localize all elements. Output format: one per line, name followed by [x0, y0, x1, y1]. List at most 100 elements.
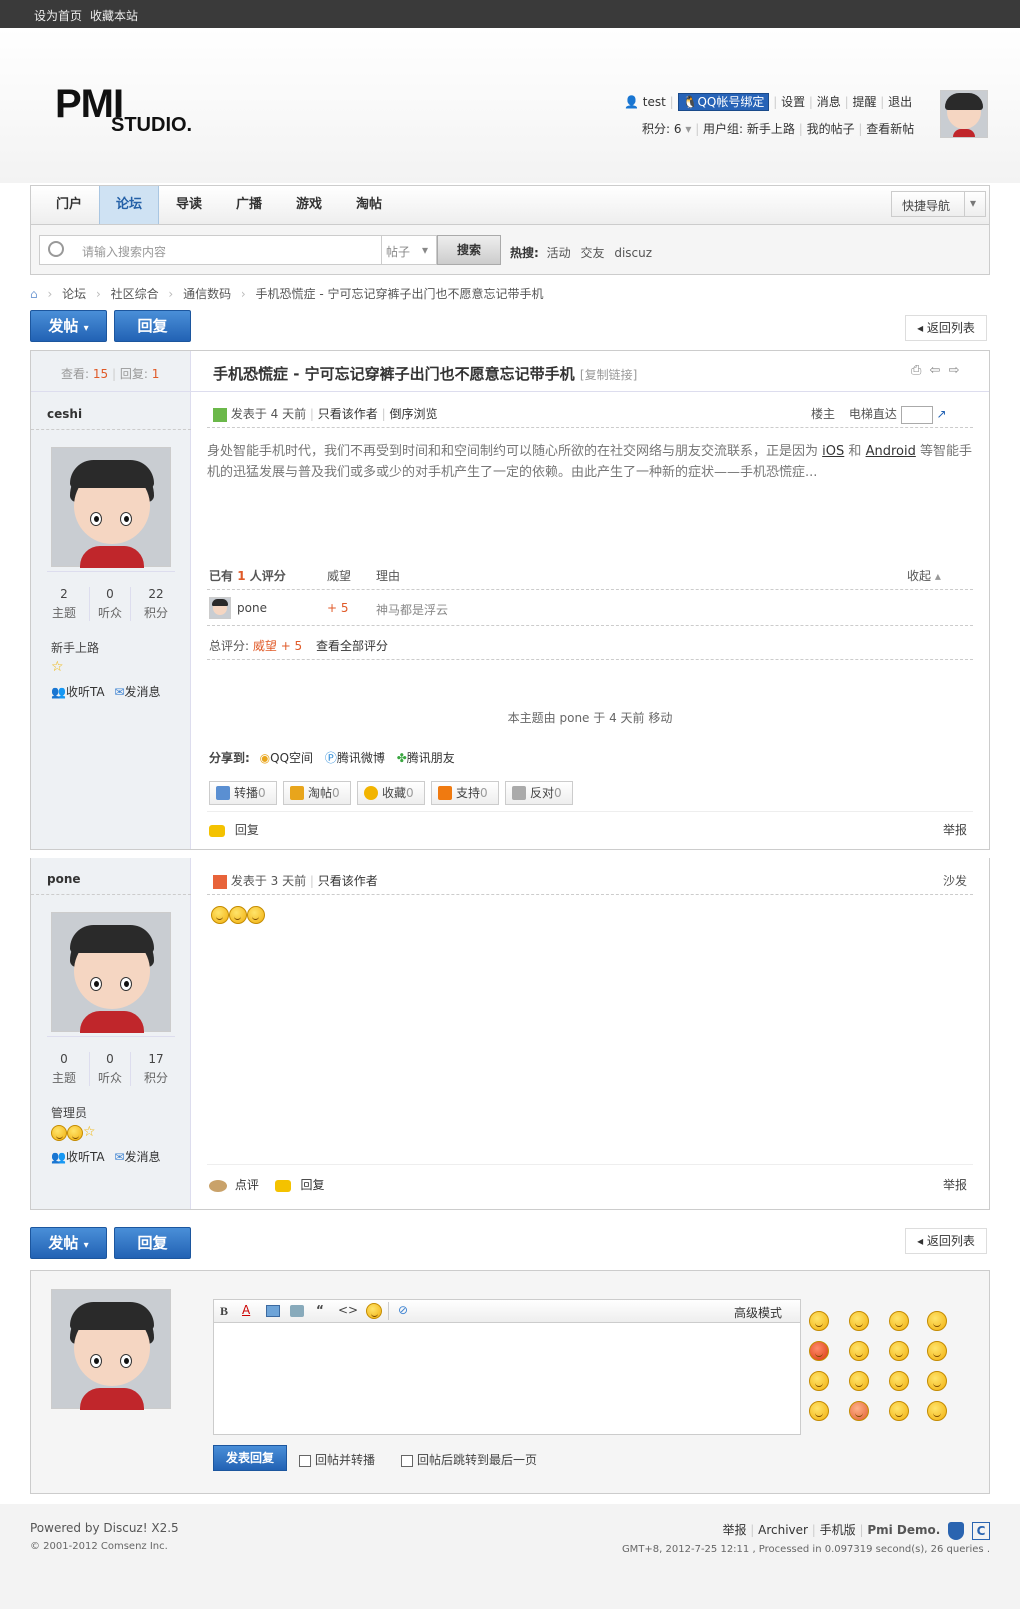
search-type-select[interactable]: 帖子 ▾	[382, 235, 437, 265]
reverse-order-link[interactable]: 倒序浏览	[389, 407, 437, 421]
cry-emoji[interactable]	[927, 1311, 947, 1331]
breadcrumb-thread[interactable]: 手机恐慌症 - 宁可忘记穿裤子出门也不愿意忘记带手机	[256, 287, 544, 301]
breadcrumb-category[interactable]: 社区综合	[111, 287, 159, 301]
hot-keyword-link[interactable]: 活动	[547, 246, 571, 260]
stat-points[interactable]: 22 积分	[135, 587, 177, 621]
author-avatar[interactable]	[51, 912, 171, 1033]
send-message-link[interactable]: 发消息	[124, 1150, 160, 1164]
post-author-name[interactable]: ceshi	[47, 407, 82, 421]
nav-guide[interactable]: 导读	[159, 186, 219, 224]
back-to-list-button[interactable]: ◂ 返回列表	[905, 315, 987, 341]
sweat-emoji[interactable]	[809, 1371, 829, 1391]
archiver-link[interactable]: Archiver	[758, 1523, 808, 1537]
grin-emoji[interactable]	[889, 1311, 909, 1331]
nav-forum[interactable]: 论坛	[99, 186, 159, 224]
nav-collections[interactable]: 淘帖	[339, 186, 399, 224]
jump-icon[interactable]: ↗	[937, 407, 947, 421]
follow-link[interactable]: 收听TA	[66, 1150, 105, 1164]
view-all-ratings-link[interactable]: 查看全部评分	[316, 639, 388, 653]
author-avatar[interactable]	[51, 447, 171, 568]
submit-reply-button[interactable]: 发表回复	[213, 1445, 287, 1471]
footer-report-link[interactable]: 举报	[722, 1523, 746, 1537]
image-icon[interactable]	[266, 1305, 280, 1317]
bold-icon[interactable]: B	[220, 1304, 228, 1319]
link-icon[interactable]	[290, 1305, 304, 1317]
user-avatar[interactable]	[940, 90, 988, 138]
reminders-link[interactable]: 提醒	[852, 95, 876, 109]
font-color-icon[interactable]: A	[242, 1303, 250, 1317]
angry-emoji[interactable]	[809, 1341, 829, 1361]
shock-emoji[interactable]	[849, 1341, 869, 1361]
search-input[interactable]: 请输入搜索内容	[39, 235, 382, 265]
usergroup-link[interactable]: 用户组: 新手上路	[703, 122, 795, 136]
stat-listeners[interactable]: 0 听众	[89, 1052, 131, 1086]
smile-emoji[interactable]	[809, 1311, 829, 1331]
nav-games[interactable]: 游戏	[279, 186, 339, 224]
frown-emoji[interactable]	[889, 1401, 909, 1421]
next-thread-icon[interactable]: ⇨	[949, 363, 960, 378]
rater-avatar[interactable]	[209, 597, 231, 619]
set-home-link[interactable]: 设为首页	[34, 7, 82, 24]
nav-broadcast[interactable]: 广播	[219, 186, 279, 224]
big-grin-emoji[interactable]	[927, 1371, 947, 1391]
hot-keyword-link[interactable]: 交友	[580, 246, 604, 260]
repost-checkbox[interactable]: 回帖并转播	[299, 1451, 375, 1468]
share-qzone[interactable]: QQ空间	[270, 751, 313, 765]
report-link[interactable]: 举报	[943, 1176, 967, 1193]
repost-button[interactable]: 转播0	[209, 781, 277, 805]
floor-jump-input[interactable]	[900, 405, 933, 424]
user-group[interactable]: 新手上路	[51, 639, 99, 656]
follow-link[interactable]: 收听TA	[66, 685, 105, 699]
reply-link[interactable]: 回复	[301, 1178, 325, 1192]
advanced-mode-link[interactable]: 高级模式	[734, 1304, 782, 1321]
ios-link[interactable]: iOS	[822, 444, 844, 459]
security-badge-icon[interactable]	[948, 1521, 965, 1540]
mobile-link[interactable]: 手机版	[820, 1523, 856, 1537]
jump-last-checkbox[interactable]: 回帖后跳转到最后一页	[401, 1451, 537, 1468]
send-message-link[interactable]: 发消息	[124, 685, 160, 699]
share-weibo[interactable]: 腾讯微博	[337, 751, 385, 765]
sad-emoji[interactable]	[849, 1311, 869, 1331]
report-link[interactable]: 举报	[943, 821, 967, 838]
support-button[interactable]: 支持0	[431, 781, 499, 805]
favorite-button[interactable]: 收藏0	[357, 781, 425, 805]
hot-keyword-link[interactable]: discuz	[614, 246, 652, 260]
new-post-button[interactable]: 发帖 ▾	[30, 310, 107, 342]
collapse-rating[interactable]: 收起 ▴	[907, 567, 941, 584]
search-button[interactable]: 搜索	[437, 235, 501, 265]
back-to-list-button[interactable]: ◂ 返回列表	[905, 1228, 987, 1254]
breadcrumb-board[interactable]: 通信数码	[183, 287, 231, 301]
stat-threads[interactable]: 2 主题	[43, 587, 85, 621]
code-icon[interactable]: <>	[338, 1303, 358, 1317]
settings-link[interactable]: 设置	[781, 95, 805, 109]
attachment-icon[interactable]: ⊘	[398, 1303, 408, 1317]
reply-textarea[interactable]	[213, 1323, 801, 1435]
copy-link[interactable]: [复制链接]	[580, 368, 637, 382]
quick-nav-button[interactable]: 快捷导航 ▾	[891, 191, 986, 217]
site-name[interactable]: Pmi Demo.	[867, 1523, 940, 1537]
messages-link[interactable]: 消息	[817, 95, 841, 109]
rater-name[interactable]: pone	[237, 601, 267, 615]
user-group[interactable]: 管理员	[51, 1104, 87, 1121]
collection-button[interactable]: 淘帖0	[283, 781, 351, 805]
logout-link[interactable]: 退出	[888, 95, 912, 109]
nav-portal[interactable]: 门户	[39, 186, 99, 224]
print-icon[interactable]: ⎙	[911, 363, 921, 378]
bookmark-link[interactable]: 收藏本站	[90, 7, 138, 24]
surprised-emoji[interactable]	[927, 1341, 947, 1361]
emoji-icon[interactable]	[366, 1303, 382, 1319]
share-friends[interactable]: 腾讯朋友	[407, 751, 455, 765]
stat-threads[interactable]: 0 主题	[43, 1052, 85, 1086]
quote-icon[interactable]: “	[316, 1303, 324, 1317]
home-icon[interactable]: ⌂	[30, 287, 38, 301]
wink-emoji[interactable]	[809, 1401, 829, 1421]
cnzz-badge-icon[interactable]: C	[972, 1521, 990, 1540]
android-link[interactable]: Android	[866, 444, 916, 459]
stat-points[interactable]: 17 积分	[135, 1052, 177, 1086]
my-posts-link[interactable]: 我的帖子	[807, 122, 855, 136]
oppose-button[interactable]: 反对0	[505, 781, 573, 805]
breadcrumb-forum[interactable]: 论坛	[62, 287, 86, 301]
reply-button[interactable]: 回复	[114, 310, 191, 342]
points-dropdown[interactable]: 积分: 6 ▾	[642, 122, 691, 136]
discuz-link[interactable]: Discuz!	[103, 1521, 147, 1535]
